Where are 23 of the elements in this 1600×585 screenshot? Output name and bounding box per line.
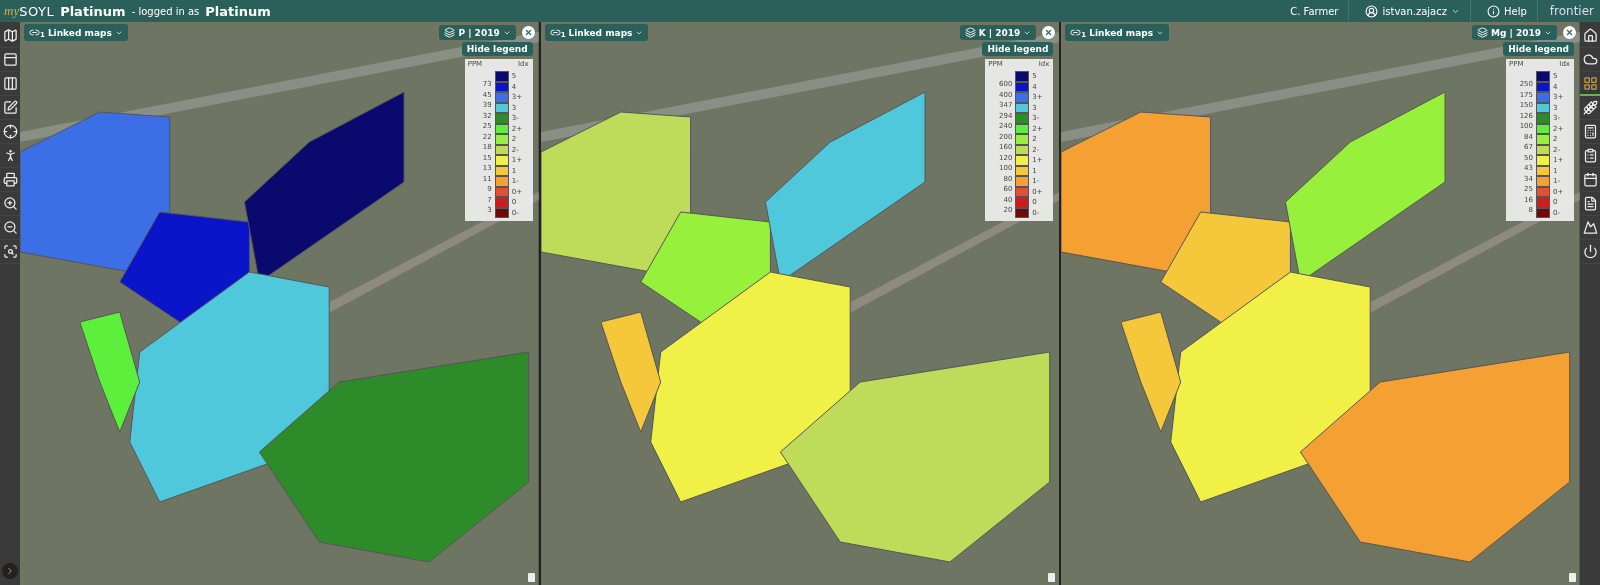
chevron-right-icon [5, 566, 15, 576]
product-name: Platinum [60, 3, 126, 19]
link-icon [1070, 27, 1082, 38]
layer-select[interactable]: K | 2019 [959, 25, 1037, 40]
link-icon [29, 27, 40, 38]
hide-legend-button[interactable]: Hide legend [461, 42, 533, 56]
link-icon [549, 27, 561, 38]
layer-select[interactable]: P | 2019 [439, 25, 516, 40]
close-icon [1565, 28, 1574, 37]
layer-select[interactable]: Mg | 2019 [1472, 25, 1557, 40]
hide-legend-button[interactable]: Hide legend [1503, 42, 1574, 56]
brand-logo: frontier [1548, 4, 1595, 18]
login-text: - logged in as [131, 5, 200, 17]
user-icon [1365, 4, 1379, 18]
logo-prefix: my [4, 3, 20, 19]
layers-icon [444, 27, 456, 38]
layers-icon [964, 27, 976, 38]
hide-legend-button[interactable]: Hide legend [982, 42, 1054, 56]
login-level: Platinum [205, 3, 271, 19]
close-icon [1044, 28, 1054, 37]
close-icon [523, 28, 533, 37]
layers-icon [1477, 27, 1488, 38]
logo-text: SOYL [19, 3, 55, 19]
